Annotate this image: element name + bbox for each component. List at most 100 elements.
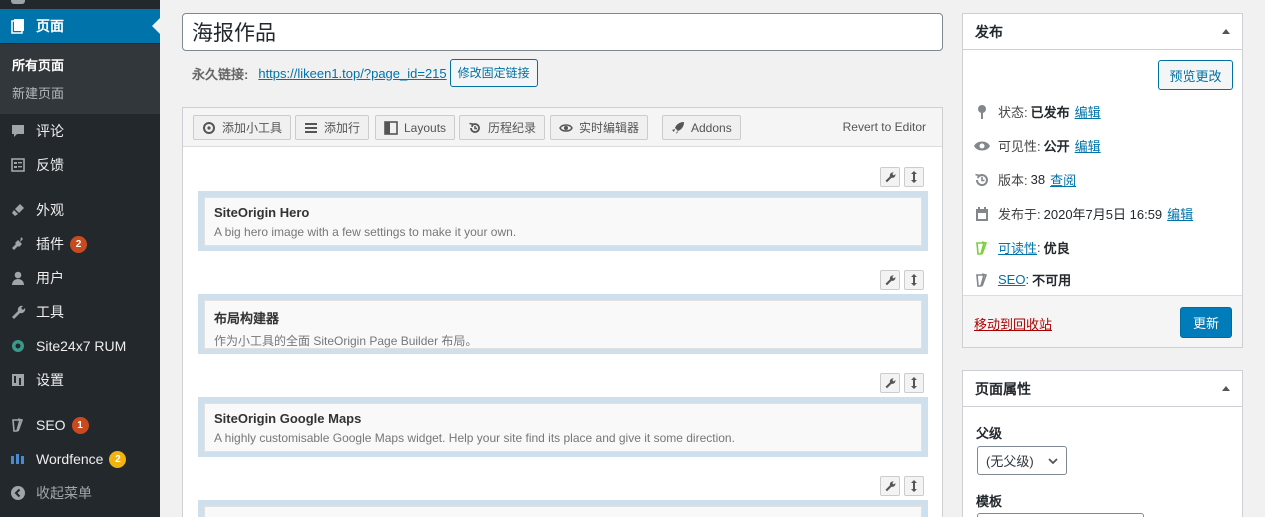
row-move-icon[interactable]: [904, 476, 924, 496]
update-button[interactable]: 更新: [1180, 307, 1232, 338]
revisions-row: 版本: 38 查阅: [972, 170, 1076, 189]
calendar-icon: [972, 206, 992, 222]
widget-layout-builder[interactable]: 布局构建器 作为小工具的全面 SiteOrigin Page Builder 布…: [204, 300, 922, 349]
yoast-readability-icon: [972, 240, 992, 256]
chevron-down-icon: [1048, 453, 1058, 468]
row-move-icon[interactable]: [904, 167, 924, 187]
row-edit-wrench-icon[interactable]: [880, 167, 900, 187]
rows-icon: [304, 122, 318, 134]
sidebar-item-tools[interactable]: 工具: [0, 295, 160, 329]
row-edit-wrench-icon[interactable]: [880, 373, 900, 393]
pages-icon: [0, 9, 36, 43]
edit-status-link[interactable]: 编辑: [1075, 102, 1101, 121]
preview-changes-button[interactable]: 预览更改: [1158, 60, 1233, 90]
sidebar-item-seo[interactable]: SEO 1: [0, 408, 160, 442]
sidebar-item-users[interactable]: 用户: [0, 261, 160, 295]
row-move-icon[interactable]: [904, 373, 924, 393]
sidebar-item-wordfence[interactable]: Wordfence 2: [0, 442, 160, 476]
sidebar-item-comments[interactable]: 评论: [0, 114, 160, 148]
row-tools: [880, 373, 924, 393]
page-title-input[interactable]: [182, 13, 943, 51]
row-tools: [880, 476, 924, 496]
sidebar-item-site24x7[interactable]: Site24x7 RUM: [0, 329, 160, 363]
page-attributes-box: 页面属性: [962, 370, 1243, 517]
site24x7-icon: [0, 329, 36, 363]
edit-date-link[interactable]: 编辑: [1167, 204, 1193, 223]
yoast-icon: [0, 408, 36, 442]
builder-row: SiteOrigin Google Maps A highly customis…: [198, 397, 928, 457]
publish-box-header[interactable]: 发布: [963, 14, 1242, 50]
live-editor-button[interactable]: 实时编辑器: [550, 115, 649, 140]
row-tools: [880, 167, 924, 187]
wrench-icon: [0, 295, 36, 329]
layout-icon: [384, 120, 398, 135]
sidebar-item-pages[interactable]: 页面: [0, 9, 160, 43]
collapse-caret-icon[interactable]: [1222, 29, 1230, 34]
submenu-new-page[interactable]: 新建页面: [12, 83, 64, 102]
plugins-update-badge: 2: [70, 235, 87, 253]
comment-icon: [0, 114, 36, 148]
parent-select[interactable]: (无父级): [977, 446, 1067, 475]
rocket-icon: [671, 121, 685, 135]
pages-submenu: 所有页面 新建页面: [0, 44, 160, 114]
collapse-caret-icon[interactable]: [1222, 386, 1230, 391]
sidebar-item-plugins[interactable]: 插件 2: [0, 227, 160, 261]
settings-icon: [0, 363, 36, 397]
wordfence-badge: 2: [109, 450, 127, 468]
move-to-trash-link[interactable]: 移动到回收站: [974, 314, 1052, 333]
dashboard-icon: [11, 0, 25, 4]
collapse-menu-button[interactable]: 收起菜单: [0, 476, 160, 510]
widget-siteorigin-hero[interactable]: SiteOrigin Hero A big hero image with a …: [204, 197, 922, 246]
sidebar-item-feedback[interactable]: 反馈: [0, 148, 160, 182]
browse-revisions-link[interactable]: 查阅: [1050, 170, 1076, 189]
history-icon: [972, 172, 992, 188]
wordfence-icon: [0, 442, 36, 476]
layouts-button[interactable]: Layouts: [375, 115, 456, 140]
template-select[interactable]: [977, 513, 1144, 517]
edit-permalink-button[interactable]: 修改固定链接: [449, 59, 538, 87]
builder-row: 布局构建器 作为小工具的全面 SiteOrigin Page Builder 布…: [198, 294, 928, 354]
sidebar-item-settings[interactable]: 设置: [0, 363, 160, 397]
revert-to-editor-link[interactable]: Revert to Editor: [843, 120, 926, 134]
pin-icon: [972, 104, 992, 120]
row-move-icon[interactable]: [904, 270, 924, 290]
readability-link[interactable]: 可读性: [998, 238, 1037, 257]
permalink-row: 永久链接: https://likeen1.top/?page_id=215 修…: [192, 59, 538, 87]
feedback-icon: [0, 148, 36, 182]
permalink-url-link[interactable]: https://likeen1.top/?page_id=215: [258, 66, 446, 81]
permalink-label: 永久链接:: [192, 66, 249, 82]
seo-row: SEO : 不可用: [972, 270, 1071, 289]
gear-icon: [202, 121, 216, 135]
builder-row: SiteOrigin Hero A big hero image with a …: [198, 191, 928, 251]
admin-sidebar: 页面 所有页面 新建页面 评论 反馈 外观 插件 2 用户 工具 Site24x…: [0, 0, 160, 517]
submenu-all-pages[interactable]: 所有页面: [12, 55, 64, 74]
parent-label: 父级: [976, 426, 1003, 441]
builder-toolbar: 添加小工具 添加行 Layouts 历程纪录 实时编辑器 Addons Reve…: [183, 108, 942, 147]
collapse-arrow-icon: [0, 476, 36, 510]
user-icon: [0, 261, 36, 295]
yoast-seo-icon: [972, 272, 992, 288]
sidebar-item-appearance[interactable]: 外观: [0, 193, 160, 227]
add-row-button[interactable]: 添加行: [295, 115, 370, 140]
dashboard-item-stub[interactable]: [0, 0, 160, 6]
widget-partial[interactable]: [204, 506, 922, 517]
addons-button[interactable]: Addons: [662, 115, 741, 140]
seo-link[interactable]: SEO: [998, 272, 1025, 287]
row-tools: [880, 270, 924, 290]
add-widget-button[interactable]: 添加小工具: [193, 115, 292, 140]
row-edit-wrench-icon[interactable]: [880, 476, 900, 496]
status-row: 状态: 已发布 编辑: [972, 102, 1101, 121]
widget-google-maps[interactable]: SiteOrigin Google Maps A highly customis…: [204, 403, 922, 452]
page-attributes-header[interactable]: 页面属性: [963, 371, 1242, 407]
history-button[interactable]: 历程纪录: [459, 115, 546, 140]
eye-icon: [559, 123, 573, 133]
seo-notice-badge: 1: [71, 416, 89, 434]
edit-visibility-link[interactable]: 编辑: [1075, 136, 1101, 155]
builder-row: [198, 500, 928, 517]
page-builder-panel: 添加小工具 添加行 Layouts 历程纪录 实时编辑器 Addons Reve…: [182, 107, 943, 517]
history-icon: [468, 121, 482, 135]
visibility-row: 可见性: 公开 编辑: [972, 136, 1101, 155]
plugin-icon: [0, 227, 36, 261]
row-edit-wrench-icon[interactable]: [880, 270, 900, 290]
template-label: 模板: [976, 494, 1003, 509]
